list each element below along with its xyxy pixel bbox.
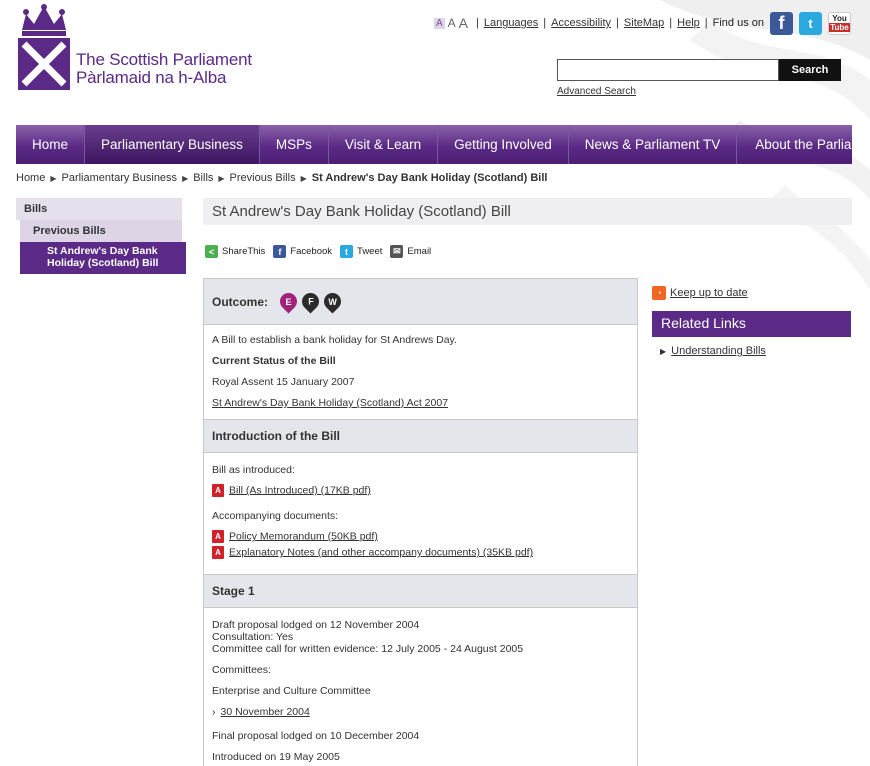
breadcrumb-current: St Andrew's Day Bank Holiday (Scotland) … — [311, 172, 548, 184]
consultation: Consultation: Yes — [212, 631, 294, 643]
chevron-right-icon: ▶ — [660, 346, 667, 356]
outcome-badge-w: W — [320, 289, 345, 314]
nav-news-tv[interactable]: News & Parliament TV — [569, 125, 738, 164]
chevron-right-icon: › — [212, 706, 216, 718]
explanatory-notes-link[interactable]: Explanatory Notes (and other accompany d… — [229, 546, 533, 558]
search-input[interactable] — [557, 59, 779, 81]
outcome-badge-e: E — [276, 289, 301, 314]
breadcrumb-home[interactable]: Home — [16, 172, 45, 184]
find-us-label: Find us on — [712, 17, 764, 29]
outcome-header: Outcome: E F W — [204, 278, 637, 325]
outcome-badge-f: F — [298, 289, 323, 314]
breadcrumb-parliamentary-business[interactable]: Parliamentary Business — [62, 172, 178, 184]
bill-details-panel: Outcome: E F W A Bill to establish a ban… — [203, 278, 638, 766]
leftnav-bills[interactable]: Bills — [16, 198, 182, 220]
understanding-bills-link[interactable]: Understanding Bills — [671, 345, 766, 357]
breadcrumb-bills[interactable]: Bills — [193, 172, 213, 184]
help-link[interactable]: Help — [677, 17, 700, 29]
breadcrumb: Home ▶ Parliamentary Business ▶ Bills ▶ Pre… — [16, 172, 547, 184]
sharethis-button[interactable]: < ShareThis — [205, 245, 265, 258]
keep-up-to-date[interactable]: ◔ Keep up to date — [652, 286, 748, 300]
breadcrumb-previous-bills[interactable]: Previous Bills — [230, 172, 296, 184]
advanced-search-link[interactable]: Advanced Search — [557, 86, 636, 97]
final-proposal: Final proposal lodged on 10 December 200… — [212, 730, 420, 742]
email-button[interactable]: ✉ Email — [390, 245, 431, 258]
text-size-medium[interactable]: A — [448, 16, 456, 30]
introduced-date: Introduced on 19 May 2005 — [212, 751, 340, 763]
nav-about[interactable]: About the Parliament — [737, 125, 870, 164]
share-bar: < ShareThis f Facebook t Tweet ✉ Email — [205, 245, 439, 258]
meeting-link[interactable]: 30 November 2004 — [221, 706, 310, 718]
status-value: Royal Assent 15 January 2007 — [212, 376, 355, 388]
meeting-item: › 30 November 2004 — [212, 706, 310, 718]
page-title: St Andrew's Day Bank Holiday (Scotland) … — [203, 198, 852, 225]
policy-memo-link[interactable]: Policy Memorandum (50KB pdf) — [229, 530, 378, 542]
act-link[interactable]: St Andrew's Day Bank Holiday (Scotland) … — [212, 397, 448, 409]
twitter-icon: t — [340, 245, 354, 258]
nav-home[interactable]: Home — [16, 125, 86, 164]
facebook-icon: f — [273, 245, 287, 258]
related-links-heading: Related Links — [652, 311, 851, 337]
search-button[interactable]: Search — [779, 59, 841, 81]
committee-name: Enterprise and Culture Committee — [212, 685, 371, 697]
utility-bar: A A A | Languages | Accessibility | Site… — [433, 10, 851, 36]
draft-proposal: Draft proposal lodged on 12 November 200… — [212, 619, 420, 631]
nav-parliamentary-business[interactable]: Parliamentary Business — [85, 125, 260, 164]
youtube-icon[interactable]: You Tube — [828, 11, 851, 35]
logo-line1: The Scottish Parliament — [76, 50, 252, 69]
facebook-icon[interactable]: f — [770, 11, 793, 35]
twitter-icon[interactable]: t — [799, 11, 822, 35]
languages-link[interactable]: Languages — [484, 17, 538, 29]
chevron-right-icon: ▶ — [182, 173, 189, 183]
related-link-item: ▶ Understanding Bills — [660, 345, 766, 357]
accessibility-link[interactable]: Accessibility — [551, 17, 611, 29]
committee-call: Committee call for written evidence: 12 … — [212, 643, 524, 655]
nav-visit-learn[interactable]: Visit & Learn — [329, 125, 439, 164]
chevron-right-icon: ▶ — [50, 173, 57, 183]
rss-icon: ◔ — [652, 286, 666, 300]
leftnav-current-bill[interactable]: St Andrew's Day Bank Holiday (Scotland) … — [20, 242, 186, 274]
bill-pdf-item: A Bill (As Introduced) (17KB pdf) — [212, 484, 371, 497]
bill-description: A Bill to establish a bank holiday for S… — [212, 334, 457, 346]
text-size-large[interactable]: A — [459, 15, 468, 31]
policy-memo-item: A Policy Memorandum (50KB pdf) — [212, 530, 378, 543]
committees-label: Committees: — [212, 664, 271, 676]
bill-pdf-link[interactable]: Bill (As Introduced) (17KB pdf) — [229, 484, 371, 496]
sitemap-link[interactable]: SiteMap — [624, 17, 664, 29]
pdf-icon: A — [212, 484, 224, 497]
bill-as-introduced-label: Bill as introduced: — [212, 464, 295, 476]
nav-msps[interactable]: MSPs — [260, 125, 329, 164]
text-size-small[interactable]: A — [433, 17, 445, 29]
facebook-share-button[interactable]: f Facebook — [273, 245, 332, 258]
chevron-right-icon: ▶ — [300, 173, 307, 183]
tweet-button[interactable]: t Tweet — [340, 245, 382, 258]
nav-getting-involved[interactable]: Getting Involved — [438, 125, 569, 164]
crown-crest-icon — [18, 4, 70, 90]
explanatory-notes-item: A Explanatory Notes (and other accompany … — [212, 546, 533, 559]
accompanying-label: Accompanying documents: — [212, 510, 339, 522]
pdf-icon: A — [212, 546, 224, 559]
main-nav: Home Parliamentary Business MSPs Visit &… — [16, 125, 870, 164]
status-label: Current Status of the Bill — [212, 355, 336, 367]
chevron-right-icon: ▶ — [218, 173, 225, 183]
pdf-icon: A — [212, 530, 224, 543]
stage1-header: Stage 1 — [204, 574, 637, 608]
share-icon: < — [205, 245, 218, 258]
keep-up-to-date-link[interactable]: Keep up to date — [670, 287, 748, 299]
parliament-logo[interactable]: The Scottish Parliament Pàrlamaid na h-A… — [16, 4, 252, 96]
email-icon: ✉ — [390, 245, 404, 258]
logo-line2: Pàrlamaid na h-Alba — [76, 68, 227, 87]
introduction-header: Introduction of the Bill — [204, 419, 637, 453]
leftnav-previous-bills[interactable]: Previous Bills — [20, 220, 182, 242]
